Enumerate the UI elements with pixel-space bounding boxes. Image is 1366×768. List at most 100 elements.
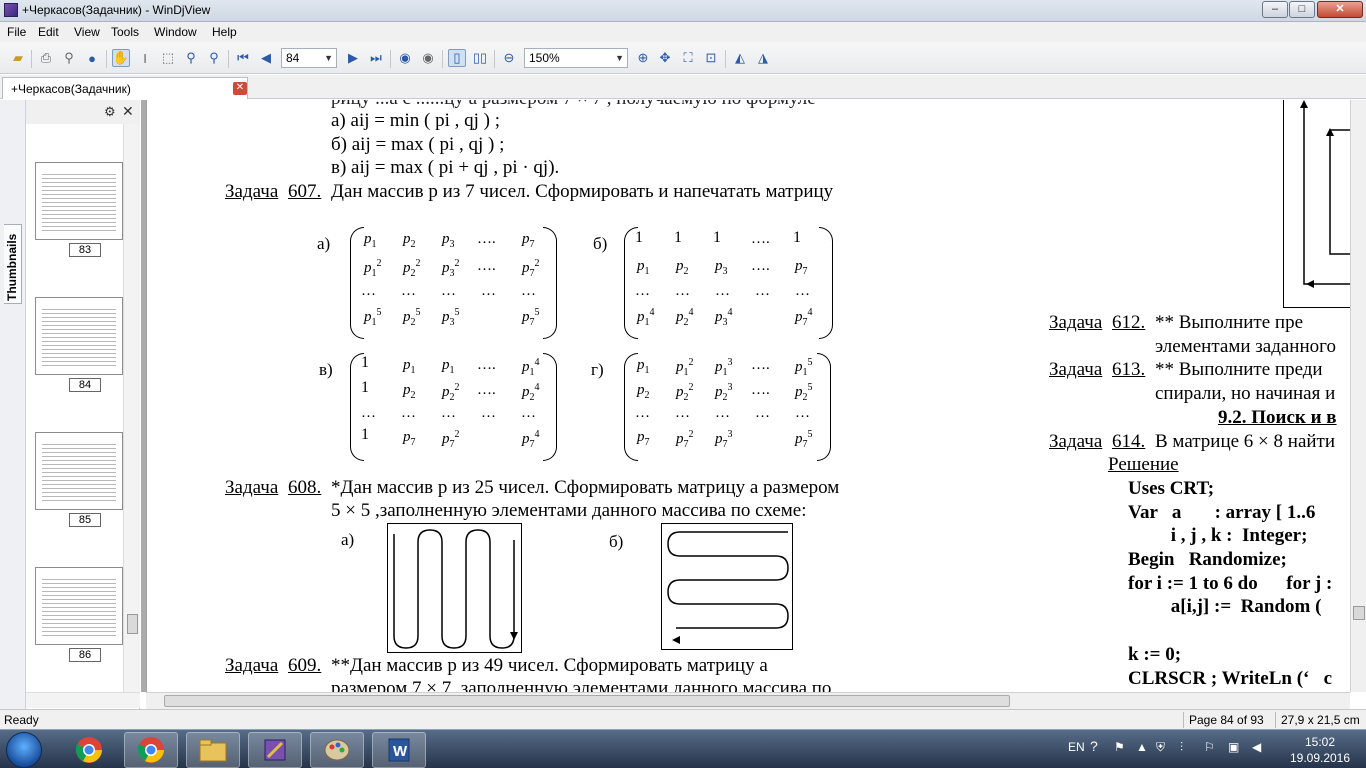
tray-expand-icon[interactable]: ▲ [1136,740,1148,754]
matrix-cell: p14 [522,357,540,378]
document-tab[interactable]: +Черкасов(Задачник) ✕ [2,77,248,99]
next-page-icon[interactable]: ▶ [344,49,362,67]
menu-edit[interactable]: Edit [38,25,59,39]
matrix-cell: …. [751,231,770,247]
task-number: 612. [1112,312,1146,333]
paint-icon[interactable] [310,732,364,768]
minimize-button[interactable]: – [1262,1,1288,18]
text-select-icon[interactable]: I [136,49,154,67]
toolbar-separator [31,50,32,68]
windjview-icon[interactable] [248,732,302,768]
actual-size-icon[interactable]: ⊡ [702,49,720,67]
matrix-cell: … [521,283,536,299]
rotate-right-icon[interactable]: ◮ [754,49,772,67]
maximize-button[interactable]: □ [1289,1,1315,18]
scrollbar-thumb[interactable] [1353,606,1365,620]
flag-icon[interactable]: ⚑ [1114,740,1125,754]
zoom-combo[interactable]: 150% ▼ [524,48,628,68]
scheme-label: а) [341,530,355,549]
language-indicator[interactable]: EN [1068,740,1085,754]
back-icon[interactable]: ◉ [396,49,414,67]
menu-help[interactable]: Help [212,25,237,39]
explorer-icon[interactable] [186,732,240,768]
open-folder-icon[interactable]: ▰ [9,49,27,67]
page-number-combo[interactable]: 84 ▼ [281,48,337,68]
gear-icon[interactable]: ⚙ [104,104,116,120]
menu-file[interactable]: File [7,25,26,39]
document-vertical-scrollbar[interactable] [1350,100,1366,692]
shield-icon[interactable]: ⛨ [1156,740,1165,755]
chrome-icon[interactable] [62,732,116,768]
thumbnail-page-84[interactable] [35,297,123,375]
thumbnail-label: 85 [69,513,101,527]
menu-window[interactable]: Window [154,25,197,39]
find-icon[interactable]: ⚲ [60,49,78,67]
close-tab-icon[interactable]: ✕ [233,82,247,95]
matrix-cell: … [441,283,456,299]
side-panel-tabs: Thumbnails [0,100,26,710]
magnifier-icon[interactable]: ⚲ [205,49,223,67]
clock[interactable]: 15:02 19.09.2016 [1285,734,1355,766]
first-page-icon[interactable]: ⏮ [234,49,252,67]
matrix-cell: p75 [522,307,540,328]
thumbnails-vertical-scrollbar[interactable] [123,124,140,692]
thumbnails-horizontal-scrollbar[interactable] [26,692,140,708]
matrix-cell: p15 [364,307,382,328]
print-icon[interactable]: ⎙ [37,49,55,67]
facing-pages-icon[interactable]: ▯▯ [471,49,489,67]
last-page-icon[interactable]: ⏭ [367,49,385,67]
network-icon[interactable]: ⫶ [1180,740,1183,755]
fit-page-icon[interactable]: ✥ [656,49,674,67]
matrix-cell: p72 [676,429,694,450]
device-icon[interactable]: ▣ [1228,740,1239,754]
close-button[interactable]: ✕ [1317,1,1363,18]
matrix-cell: p72 [442,429,460,450]
matrix-label: а) [317,234,331,253]
scrollbar-thumb[interactable] [164,695,1010,707]
matrix-cell: … [635,405,650,421]
help-icon[interactable]: ? [1090,738,1098,754]
word-icon[interactable]: W [372,732,426,768]
matrix-cell: 1 [361,426,369,443]
scrollbar-thumb[interactable] [127,614,138,634]
thumbnails-tab-label: Thumbnails [5,233,19,301]
matrix-cell: p72 [522,258,540,279]
thumbnail-page-83[interactable] [35,162,123,240]
rotate-left-icon[interactable]: ◭ [731,49,749,67]
matrix-cell: 1 [361,354,369,371]
section-heading: 9.2. Поиск и в [1218,407,1337,428]
task-text: спирали, но начиная и [1155,383,1336,404]
task-number: 613. [1112,359,1146,380]
chrome-active-icon[interactable] [124,732,178,768]
rect-select-icon[interactable]: ⬚ [159,49,177,67]
document-view[interactable]: рицу ...а с ......цу а размером 7 × 7 , … [146,100,1350,692]
volume-icon[interactable]: ◀ [1252,740,1261,754]
status-separator [1275,712,1276,728]
thumbnail-label: 83 [69,243,101,257]
forward-icon[interactable]: ◉ [419,49,437,67]
action-center-icon[interactable]: ⚐ [1204,740,1215,754]
zoom-in-icon[interactable]: ⊕ [634,49,652,67]
matrix-cell: p2 [676,258,689,277]
start-button[interactable] [6,732,42,768]
task-label: Задача [1049,431,1103,452]
zoom-out-icon[interactable]: ⊖ [500,49,518,67]
document-horizontal-scrollbar[interactable] [146,692,1350,709]
toolbar-separator [725,50,726,68]
thumbnail-page-86[interactable] [35,567,123,645]
info-icon[interactable]: ● [83,49,101,67]
hand-tool-icon[interactable]: ✋ [112,49,130,67]
matrix-cell: p7 [403,429,416,448]
single-page-icon[interactable]: ▯ [448,49,466,67]
menu-view[interactable]: View [74,25,100,39]
close-panel-icon[interactable]: ✕ [122,103,134,120]
status-separator [1183,712,1184,728]
zoom-tool-icon[interactable]: ⚲ [182,49,200,67]
menu-tools[interactable]: Tools [111,25,139,39]
prev-page-icon[interactable]: ◀ [257,49,275,67]
matrix-cell: p3 [442,231,455,250]
fit-width-icon[interactable]: ⛶ [679,49,697,67]
thumbnail-page-85[interactable] [35,432,123,510]
thumbnails-tab[interactable]: Thumbnails [4,224,22,304]
matrix-cell: p1 [637,258,650,277]
